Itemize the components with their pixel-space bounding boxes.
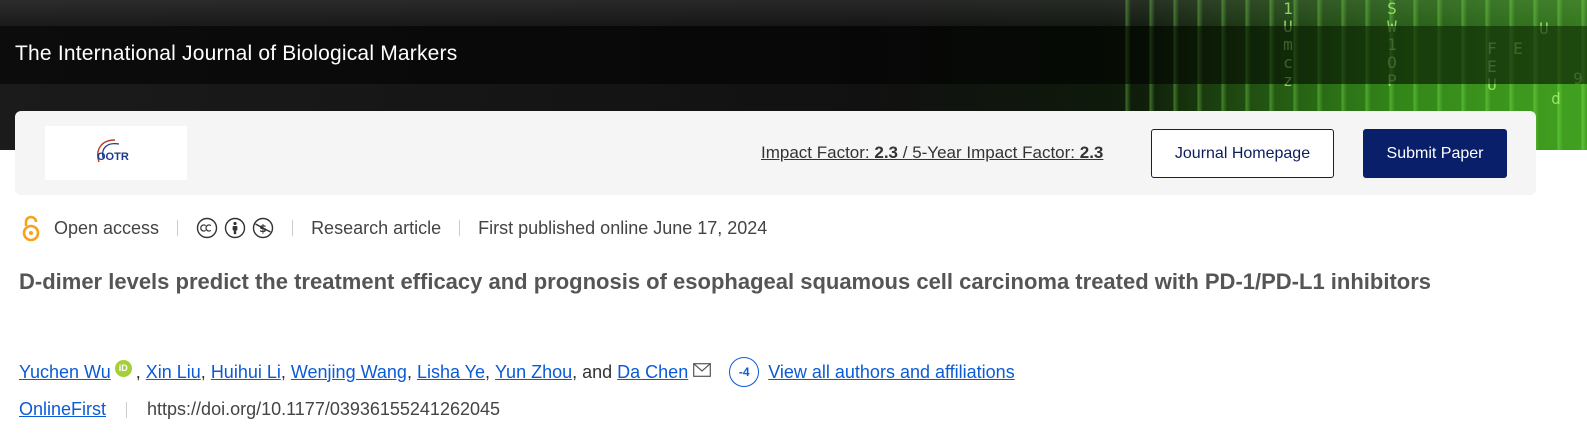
author-link[interactable]: Wenjing Wang xyxy=(291,362,407,383)
by-icon xyxy=(224,217,246,239)
orcid-icon[interactable]: iD xyxy=(114,359,132,377)
view-all-authors-link[interactable]: View all authors and affiliations xyxy=(768,362,1015,383)
corresponding-author-link[interactable]: Da Chen xyxy=(617,362,688,383)
doi-divider xyxy=(126,401,128,418)
author-link[interactable]: Huihui Li xyxy=(211,362,281,383)
doi-row: OnlineFirst https://doi.org/10.1177/0393… xyxy=(19,399,500,420)
five-year-impact-factor-value: 2.3 xyxy=(1079,143,1104,162)
article-type: Research article xyxy=(311,217,442,238)
meta-divider xyxy=(177,220,179,236)
ootr-logo-icon: OOTR xyxy=(97,139,129,163)
impact-factor-link[interactable]: Impact Factor: 2.3 / 5-Year Impact Facto… xyxy=(761,143,1103,163)
nc-icon: $ xyxy=(252,217,274,239)
article-meta-row: Open access $ Research article First pub… xyxy=(20,214,767,242)
cc-icon xyxy=(196,217,218,239)
author-list: Yuchen Wu iD, Xin Liu, Huihui Li, Wenjin… xyxy=(19,357,1015,387)
society-logo[interactable]: OOTR xyxy=(45,126,187,180)
more-authors-badge[interactable]: -4 xyxy=(729,357,760,387)
article-title: D-dimer levels predict the treatment eff… xyxy=(19,269,1432,294)
impact-factor-separator: / xyxy=(898,143,913,162)
mail-icon[interactable] xyxy=(693,363,712,377)
open-access-icon xyxy=(22,215,40,242)
author-link[interactable]: Yun Zhou xyxy=(495,362,572,383)
journal-title[interactable]: The International Journal of Biological … xyxy=(15,42,457,66)
license-icons[interactable]: $ xyxy=(196,217,274,239)
publication-date: First published online June 17, 2024 xyxy=(478,217,768,238)
meta-divider xyxy=(292,220,294,236)
journal-homepage-button[interactable]: Journal Homepage xyxy=(1151,129,1334,178)
meta-divider xyxy=(459,220,461,236)
five-year-impact-factor-label: 5-Year Impact Factor: xyxy=(912,143,1080,162)
impact-factor-label: Impact Factor: xyxy=(761,143,875,162)
author-conjunction: , and xyxy=(572,361,618,382)
online-first-link[interactable]: OnlineFirst xyxy=(19,399,106,420)
submit-paper-button[interactable]: Submit Paper xyxy=(1363,129,1507,178)
doi-url[interactable]: https://doi.org/10.1177/0393615524126204… xyxy=(147,399,500,420)
logo-text: OOTR xyxy=(97,151,129,163)
open-access-label: Open access xyxy=(54,217,160,238)
author-link[interactable]: Yuchen Wu xyxy=(19,362,111,383)
impact-factor-value: 2.3 xyxy=(874,143,899,162)
banner-glyph-column: d xyxy=(1551,89,1561,108)
author-link[interactable]: Lisha Ye xyxy=(417,362,485,383)
journal-info-card: OOTR Impact Factor: 2.3 / 5-Year Impact … xyxy=(15,111,1536,195)
author-link[interactable]: Xin Liu xyxy=(146,362,201,383)
